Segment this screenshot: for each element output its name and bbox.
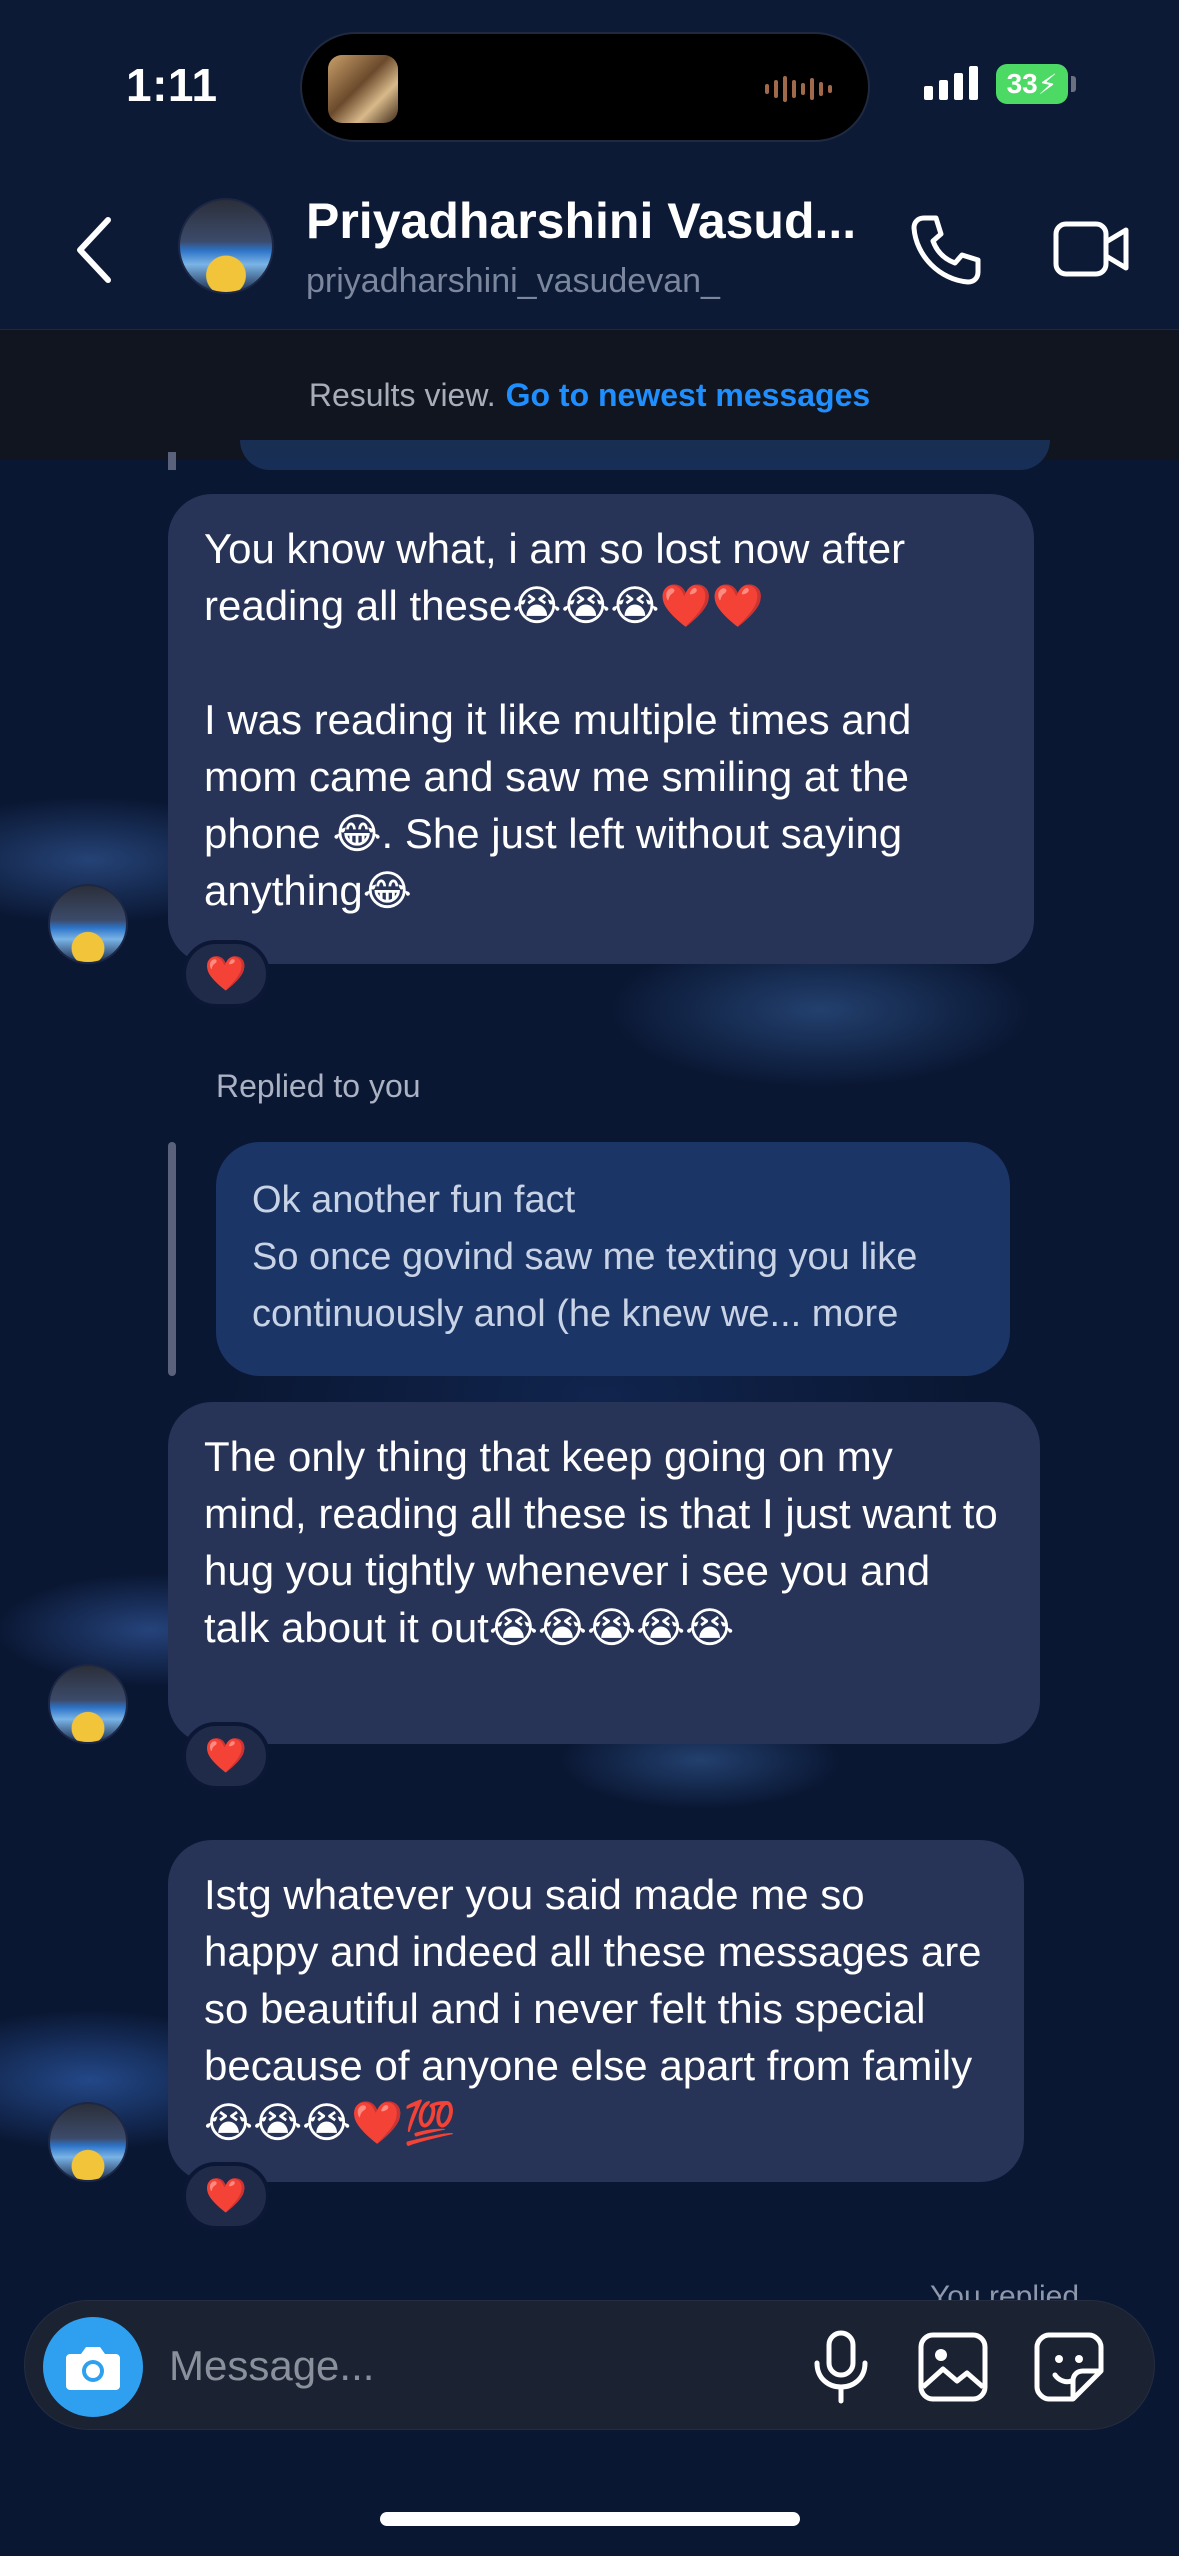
gallery-icon[interactable]	[917, 2331, 989, 2403]
battery-level: 33	[1006, 68, 1038, 99]
reply-quote-bar	[168, 1142, 176, 1376]
back-chevron-icon[interactable]	[70, 212, 120, 288]
charging-bolt-icon: ⚡	[1037, 68, 1058, 100]
sender-avatar[interactable]	[48, 884, 128, 964]
dynamic-island[interactable]	[300, 32, 870, 142]
message-bubble[interactable]: Istg whatever you said made me so happy …	[168, 1840, 1024, 2182]
battery-icon: 33 ⚡	[996, 64, 1068, 104]
heart-reaction[interactable]: ❤️	[182, 940, 270, 1008]
camera-button[interactable]	[43, 2317, 143, 2417]
cellular-signal-icon	[924, 66, 978, 100]
chat-screen: 1:11 33 ⚡ Priyadharshini Vasud... priyadh…	[0, 0, 1179, 2556]
home-indicator[interactable]	[380, 2512, 800, 2526]
status-time: 1:11	[126, 59, 218, 111]
results-view-label: Results view.	[308, 376, 496, 413]
message-input[interactable]	[169, 2331, 789, 2401]
heart-reaction[interactable]: ❤️	[182, 1722, 270, 1790]
quoted-message-title: Ok another fun fact	[252, 1179, 576, 1221]
you-replied-label-partial: You replied	[930, 2280, 1080, 2302]
quoted-message[interactable]: Ok another fun fact So once govind saw m…	[216, 1142, 1010, 1376]
contact-handle[interactable]: priyadharshini_vasudevan_	[306, 262, 720, 301]
sticker-icon[interactable]	[1033, 2331, 1105, 2403]
contact-avatar[interactable]	[178, 198, 274, 294]
sender-avatar[interactable]	[48, 1664, 128, 1744]
quoted-message-preview: So once govind saw me texting you like c…	[252, 1236, 918, 1335]
phone-call-icon[interactable]	[908, 212, 984, 288]
heart-reaction[interactable]: ❤️	[182, 2162, 270, 2230]
sender-avatar[interactable]	[48, 2102, 128, 2182]
message-composer	[24, 2300, 1155, 2430]
camera-icon	[66, 2347, 120, 2390]
previous-message-partial	[240, 440, 1050, 470]
battery-cap	[1071, 76, 1076, 92]
now-playing-thumbnail	[328, 55, 398, 123]
audio-wave-icon	[765, 76, 832, 102]
go-to-newest-link[interactable]: Go to newest messages	[506, 377, 871, 414]
message-bubble[interactable]: You know what, i am so lost now after re…	[168, 494, 1034, 964]
contact-name[interactable]: Priyadharshini Vasud...	[306, 192, 856, 250]
reply-thread-line	[168, 452, 176, 470]
message-bubble[interactable]: The only thing that keep going on my min…	[168, 1402, 1040, 1744]
status-bar: 1:11 33 ⚡	[0, 0, 1179, 170]
replied-to-you-label: Replied to you	[216, 1068, 421, 1104]
chat-header: Priyadharshini Vasud... priyadharshini_v…	[0, 170, 1179, 330]
video-call-icon[interactable]	[1052, 216, 1132, 282]
microphone-icon[interactable]	[805, 2329, 877, 2405]
